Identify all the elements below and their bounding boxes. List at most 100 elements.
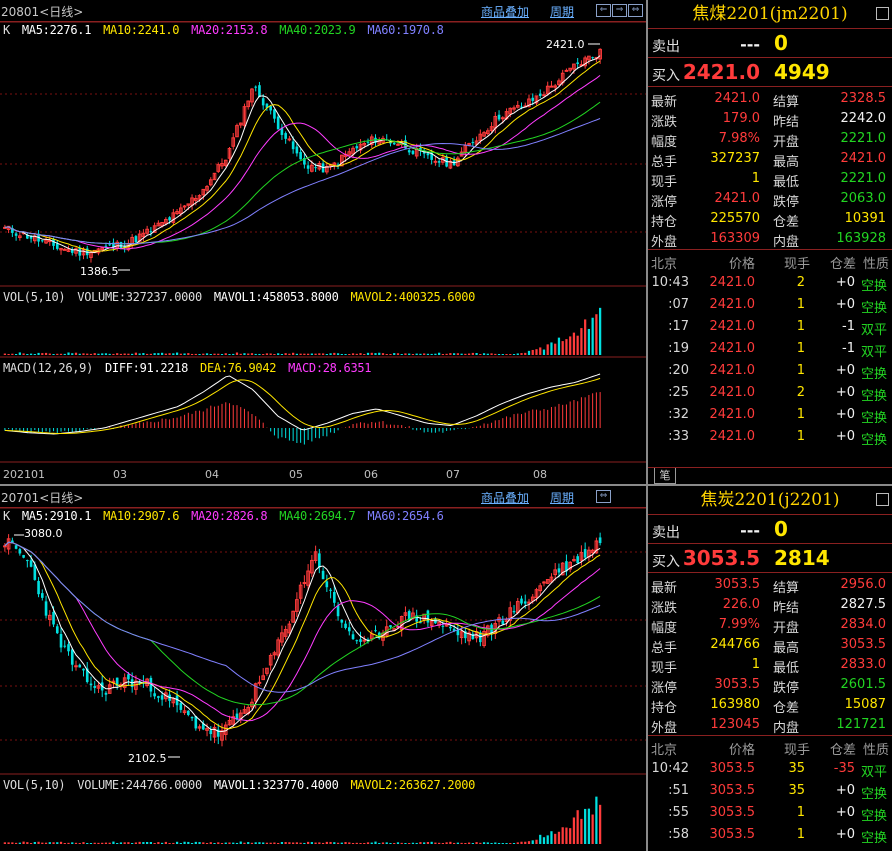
stat-label: 涨停 <box>651 195 678 210</box>
candle-down <box>366 141 370 143</box>
tab-ticks[interactable]: 笔 <box>654 468 676 484</box>
tick-price: 2421.0 <box>709 275 756 290</box>
j-chart-area[interactable]: 20701<日线> 商品叠加 周期 ⇔ K MA5:2910.1 MA10:29… <box>0 486 647 851</box>
col-oi-change: 仓差 <box>829 743 856 758</box>
candle-down <box>456 630 460 636</box>
stat-value: 2328.5 <box>840 91 887 106</box>
candle-up <box>396 143 400 146</box>
stat-label: 外盘 <box>651 235 678 250</box>
candle-up <box>542 94 546 97</box>
candle-down <box>426 153 430 156</box>
tick-nature: 双平 <box>860 765 887 780</box>
ask-label: 卖出 <box>652 525 680 541</box>
candle-up <box>542 581 546 584</box>
candle-down <box>520 598 523 604</box>
tick-volume: 2 <box>796 275 805 290</box>
contract-title: 焦煤2201(jm2201) <box>648 0 892 29</box>
close-icon[interactable] <box>876 7 889 20</box>
tick-price: 2421.0 <box>709 341 756 356</box>
stat-label: 最高 <box>773 641 800 656</box>
vol-legend: VOL(5,10) VOLUME:244766.0000 MAVOL1:3237… <box>3 778 476 792</box>
stat-label: 幅度 <box>651 621 678 636</box>
jm-chart-area[interactable]: 20801<日线> 商品叠加 周期 ⇐ ⇒ ⇔ K MA5:2276.1 MA1… <box>0 0 647 484</box>
tick-volume: 2 <box>796 385 805 400</box>
candle-up <box>362 639 367 642</box>
tick-price: 2421.0 <box>709 385 756 400</box>
high-marker: 3080.0 <box>24 527 63 540</box>
tick-volume: 1 <box>796 297 805 312</box>
candle-down <box>40 593 44 598</box>
stat-label: 内盘 <box>773 721 800 736</box>
stat-value: 163309 <box>710 231 760 246</box>
candle-down <box>333 592 336 603</box>
tick-oi-change: +0 <box>835 275 855 290</box>
stat-label: 跌停 <box>773 195 800 210</box>
col-location: 北京 <box>651 257 678 272</box>
candle-down <box>209 730 213 735</box>
bid-row: 买入 2421.0 4949 <box>648 58 892 87</box>
candle-down <box>497 114 501 120</box>
stat-value: 2833.0 <box>840 657 887 672</box>
stat-row: 幅度 7.98% 开盘 2221.0 <box>648 129 892 150</box>
candle-up <box>302 582 307 585</box>
tick-volume: 35 <box>788 761 805 776</box>
stat-label: 开盘 <box>773 621 800 636</box>
candle-down <box>347 627 351 632</box>
tick-price: 3053.5 <box>709 827 756 842</box>
candle-down <box>190 716 194 719</box>
candle-down <box>407 150 411 153</box>
stat-row: 涨停 3053.5 跌停 2601.5 <box>648 675 892 696</box>
candle-down <box>63 645 67 647</box>
tick-list[interactable]: 北京 价格 现手 仓差 性质 10:42 3053.5 35 -35 双平:51 3053.5 35 +… <box>648 736 892 846</box>
stat-row: 外盘 123045 内盘 121721 <box>648 715 892 736</box>
tick-row: :55 3053.5 1 +0 空换 <box>648 802 892 824</box>
ma-line <box>4 541 601 722</box>
close-icon[interactable] <box>876 493 889 506</box>
stat-value: 2827.5 <box>840 597 887 612</box>
candle-down <box>374 630 377 632</box>
col-price: 价格 <box>728 257 755 272</box>
j-panel: 20701<日线> 商品叠加 周期 ⇔ K MA5:2910.1 MA10:29… <box>0 486 892 851</box>
stat-label: 持仓 <box>651 215 678 230</box>
tick-list[interactable]: 北京 价格 现手 仓差 性质 10:43 2421.0 2 +0 空换:07 2421.0 1 +0 空换… <box>648 250 892 448</box>
candle-down <box>576 62 579 64</box>
x-tick: 03 <box>113 468 127 481</box>
bid-price: 2421.0 <box>682 60 760 84</box>
stat-value: 226.0 <box>722 597 760 612</box>
candle-down <box>314 167 317 169</box>
candle-down <box>52 611 55 625</box>
candle-down <box>306 165 310 169</box>
ask-row: 卖出 --- 0 <box>648 515 892 544</box>
stat-row: 涨停 2421.0 跌停 2063.0 <box>648 189 892 210</box>
bid-label: 买入 <box>652 554 680 570</box>
low-marker: 2102.5 <box>128 752 167 765</box>
candle-down <box>295 146 299 154</box>
candle-down <box>538 93 542 96</box>
contract-title: 焦炭2201(j2201) <box>648 486 892 515</box>
ask-row: 卖出 --- 0 <box>648 29 892 58</box>
tick-price: 3053.5 <box>709 783 756 798</box>
tick-row: :07 2421.0 1 +0 空换 <box>648 294 892 316</box>
tick-time: :19 <box>668 341 689 356</box>
jm-panel: 20801<日线> 商品叠加 周期 ⇐ ⇒ ⇔ K MA5:2276.1 MA1… <box>0 0 892 484</box>
tick-time: :20 <box>668 363 689 378</box>
stat-row: 总手 244766 最高 3053.5 <box>648 635 892 656</box>
tick-row: :20 2421.0 1 +0 空换 <box>648 360 892 382</box>
stat-label: 现手 <box>651 175 678 190</box>
stats-table: 最新 2421.0 结算 2328.5 涨跌 179.0 昨结 2242.0 幅度 7.98% 开盘… <box>648 87 892 250</box>
bid-row: 买入 3053.5 2814 <box>648 544 892 573</box>
tick-oi-change: +0 <box>835 363 855 378</box>
candle-down <box>501 620 505 625</box>
candle-down <box>44 601 48 616</box>
tick-volume: 1 <box>796 341 805 356</box>
stat-value: 2421.0 <box>714 191 761 206</box>
stat-value: 7.98% <box>718 131 760 146</box>
tick-row: :32 2421.0 1 +0 空换 <box>648 404 892 426</box>
tick-oi-change: -35 <box>833 761 855 776</box>
stat-value: 3053.5 <box>840 637 887 652</box>
candle-down <box>261 98 265 106</box>
stat-value: 327237 <box>710 151 760 166</box>
low-marker: 1386.5 <box>80 265 119 278</box>
tick-nature: 空换 <box>860 389 887 404</box>
j-quote-panel: 焦炭2201(j2201) 卖出 --- 0 买入 3053.5 2814 最新… <box>648 486 892 851</box>
